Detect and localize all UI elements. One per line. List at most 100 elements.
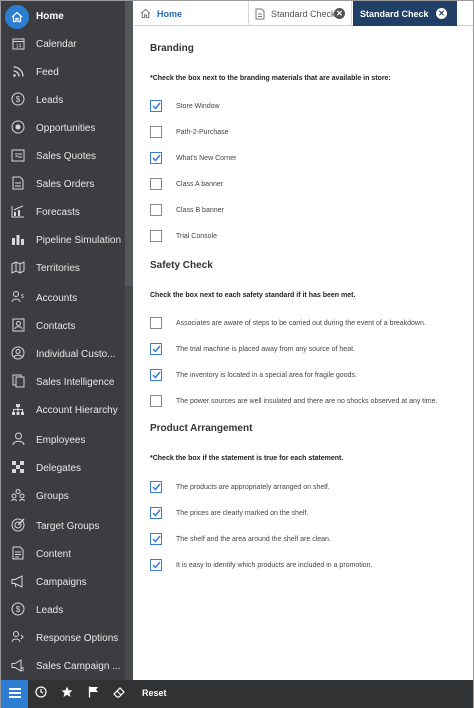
tab-label: Standard Check xyxy=(360,8,429,19)
sidebar-item-accounts[interactable]: $ Accounts xyxy=(1,284,123,312)
checkbox-checked[interactable] xyxy=(150,152,162,164)
tab-standard-check-1[interactable]: Standard Check ✕ xyxy=(248,1,352,26)
sidebar-item-label: Response Options xyxy=(36,632,119,644)
sidebar-item-sales-campaign[interactable]: $ Sales Campaign ... xyxy=(1,652,123,680)
sidebar-item-calendar[interactable]: 14 Calendar xyxy=(1,30,123,58)
checklist-item[interactable]: What's New Corner xyxy=(150,151,236,165)
sidebar-item-label: Feed xyxy=(36,66,59,78)
sidebar-item-individual-customers[interactable]: Individual Custo... xyxy=(1,340,123,368)
recent-button[interactable] xyxy=(28,680,54,708)
svg-text:$: $ xyxy=(21,294,24,300)
checklist-item[interactable]: Class B banner xyxy=(150,203,224,217)
sidebar: Home 14 Calendar Feed $ Leads Opportunit… xyxy=(1,1,133,680)
sidebar-item-label: Target Groups xyxy=(36,520,100,532)
checkbox-unchecked[interactable] xyxy=(150,178,162,190)
checkbox-unchecked[interactable] xyxy=(150,204,162,216)
sidebar-item-label: Home xyxy=(36,10,64,22)
checklist-item[interactable]: Trial Console xyxy=(150,229,217,243)
checklist-item[interactable]: Class A banner xyxy=(150,177,223,191)
section-instruction: *Check the box if the statement is true … xyxy=(150,455,344,462)
favorites-button[interactable] xyxy=(54,680,80,708)
checklist-item-label: The trial machine is placed away from an… xyxy=(176,345,355,353)
checkbox-checked[interactable] xyxy=(150,559,162,571)
checkbox-checked[interactable] xyxy=(150,100,162,112)
checkbox-checked[interactable] xyxy=(150,343,162,355)
sidebar-item-home[interactable]: Home xyxy=(1,2,123,30)
calendar-icon: 14 xyxy=(10,35,26,51)
sidebar-item-sales-quotes[interactable]: $ Sales Quotes xyxy=(1,142,123,170)
home-icon xyxy=(5,5,29,29)
sidebar-item-label: Leads xyxy=(36,604,64,616)
checklist-item[interactable]: The shelf and the area around the shelf … xyxy=(150,532,331,546)
sidebar-item-account-hierarchy[interactable]: Account Hierarchy xyxy=(1,396,123,424)
sidebar-item-opportunities[interactable]: Opportunities xyxy=(1,114,123,142)
pipeline-icon xyxy=(10,231,26,247)
sidebar-item-label: Employees xyxy=(36,434,86,446)
checkbox-checked[interactable] xyxy=(150,507,162,519)
checklist-item-label: The power sources are well insulated and… xyxy=(176,397,438,405)
sidebar-item-contacts[interactable]: Contacts xyxy=(1,312,123,340)
checkbox-unchecked[interactable] xyxy=(150,395,162,407)
checkbox-unchecked[interactable] xyxy=(150,317,162,329)
checkbox-checked[interactable] xyxy=(150,369,162,381)
sidebar-scrollbar[interactable] xyxy=(125,1,133,680)
sidebar-item-feed[interactable]: Feed xyxy=(1,58,123,86)
content-icon xyxy=(10,545,26,561)
close-icon[interactable]: ✕ xyxy=(436,8,447,19)
checkbox-unchecked[interactable] xyxy=(150,230,162,242)
checkbox-checked[interactable] xyxy=(150,533,162,545)
dollar-icon: $ xyxy=(10,601,26,617)
sidebar-item-response-options[interactable]: Response Options xyxy=(1,624,123,652)
flag-button[interactable] xyxy=(80,680,106,708)
checklist-item[interactable]: The prices are clearly marked on the she… xyxy=(150,506,308,520)
sidebar-item-employees[interactable]: Employees xyxy=(1,426,123,454)
checkbox-checked[interactable] xyxy=(150,481,162,493)
intelligence-icon xyxy=(10,373,26,389)
checklist-item[interactable]: The trial machine is placed away from an… xyxy=(150,342,355,356)
feed-icon xyxy=(10,63,26,79)
sidebar-item-content[interactable]: Content xyxy=(1,540,123,568)
sidebar-item-groups[interactable]: Groups xyxy=(1,482,123,510)
sidebar-scrollbar-thumb[interactable] xyxy=(125,1,133,286)
sidebar-item-leads-2[interactable]: $ Leads xyxy=(1,596,123,624)
sidebar-item-leads[interactable]: $ Leads xyxy=(1,86,123,114)
checklist-item[interactable]: It is easy to identify which products ar… xyxy=(150,558,373,572)
checklist-item[interactable]: The products are appropriately arranged … xyxy=(150,480,330,494)
checklist-item-label: Class B banner xyxy=(176,206,224,214)
sidebar-item-territories[interactable]: Territories xyxy=(1,254,123,282)
sidebar-item-label: Opportunities xyxy=(36,122,96,134)
sidebar-item-sales-intelligence[interactable]: Sales Intelligence xyxy=(1,368,123,396)
tab-bar: Home Standard Check ✕ Standard Check ✕ xyxy=(134,1,473,26)
home-icon xyxy=(140,8,151,19)
hamburger-icon xyxy=(8,685,21,703)
dollar-icon: $ xyxy=(10,91,26,107)
checklist-item-label: The inventory is located in a special ar… xyxy=(176,371,357,379)
sidebar-item-label: Content xyxy=(36,548,72,560)
clear-button[interactable] xyxy=(106,680,132,708)
sidebar-item-label: Accounts xyxy=(36,292,78,304)
sidebar-item-delegates[interactable]: Delegates xyxy=(1,454,123,482)
checklist-item[interactable]: The power sources are well insulated and… xyxy=(150,394,437,408)
checklist-item-label: The prices are clearly marked on the she… xyxy=(176,509,309,517)
target-icon xyxy=(10,517,26,533)
checklist-item[interactable]: Path-2-Purchase xyxy=(150,125,229,139)
menu-button[interactable] xyxy=(1,680,28,708)
checkbox-unchecked[interactable] xyxy=(150,126,162,138)
sidebar-item-sales-orders[interactable]: Sales Orders xyxy=(1,170,123,198)
sidebar-item-target-groups[interactable]: Target Groups xyxy=(1,512,123,540)
sidebar-item-pipeline-simulation[interactable]: Pipeline Simulation xyxy=(1,226,123,254)
sidebar-item-label: Individual Custo... xyxy=(36,348,116,360)
checklist-item[interactable]: The inventory is located in a special ar… xyxy=(150,368,357,382)
checklist-item-label: Store Window xyxy=(176,102,220,110)
tab-home[interactable]: Home xyxy=(134,1,245,26)
checklist-item[interactable]: Associates are aware of steps to be carr… xyxy=(150,316,426,330)
sidebar-item-campaigns[interactable]: Campaigns xyxy=(1,568,123,596)
checklist-item-label: Trial Console xyxy=(176,232,217,240)
sidebar-item-label: Sales Quotes xyxy=(36,150,97,162)
close-icon[interactable]: ✕ xyxy=(334,8,345,19)
reset-button[interactable]: Reset xyxy=(142,688,167,698)
tab-standard-check-2[interactable]: Standard Check ✕ xyxy=(353,1,457,26)
groups-icon xyxy=(10,487,26,503)
checklist-item[interactable]: Store Window xyxy=(150,99,220,113)
sidebar-item-forecasts[interactable]: Forecasts xyxy=(1,198,123,226)
